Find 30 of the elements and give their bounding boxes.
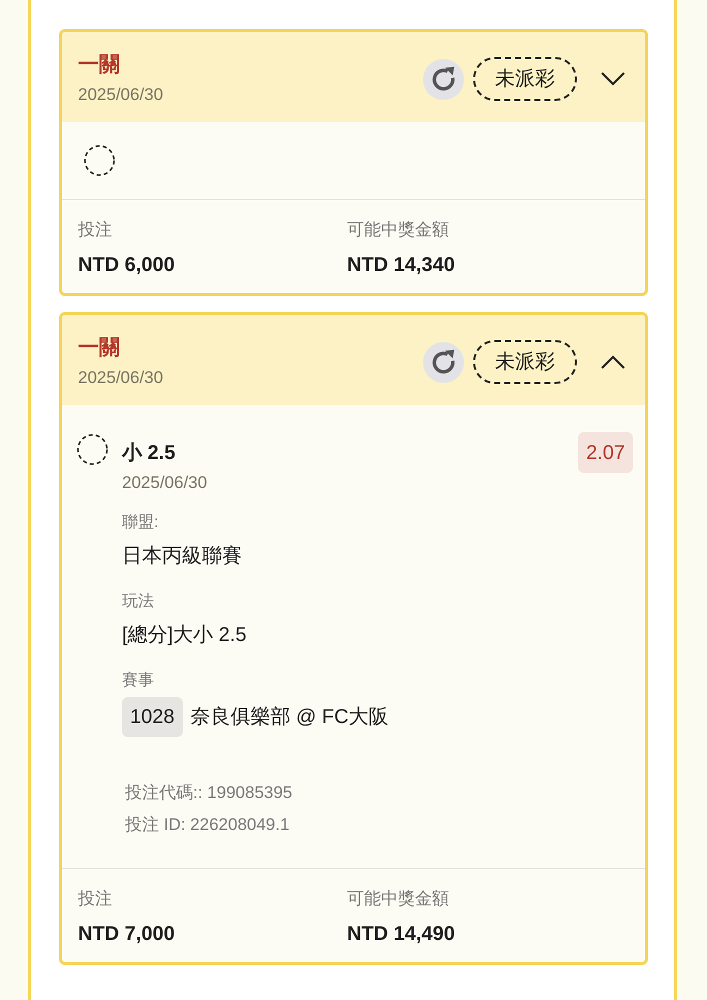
payout-amount: NTD 14,340 <box>347 253 455 278</box>
refresh-icon[interactable] <box>423 342 464 382</box>
bet-type-title: 一關 <box>78 52 121 78</box>
stake-label: 投注 <box>78 219 113 241</box>
stake-amount: NTD 6,000 <box>78 253 176 278</box>
stake-amount: NTD 7,000 <box>78 922 176 947</box>
chevron-up-icon[interactable] <box>600 354 626 370</box>
detail-value: [總分]大小 2.5 <box>122 623 248 648</box>
selection-name: 小 2.5 <box>122 440 176 466</box>
refresh-icon[interactable] <box>423 58 464 100</box>
status-badge: 未派彩 <box>473 340 577 384</box>
status-badge: 未派彩 <box>473 57 577 101</box>
payout-label: 可能中獎金額 <box>347 219 450 241</box>
odds-tag: 2.07 <box>578 432 633 473</box>
chevron-down-icon[interactable] <box>600 71 626 87</box>
match-number-tag: 1028 <box>122 697 182 737</box>
selection-date: 2025/06/30 <box>122 473 208 493</box>
bet-code-text: 投注代碼:: 199085395 <box>125 782 294 804</box>
detail-value: 奈良俱樂部 @ FC大阪 <box>190 705 389 730</box>
detail-label: 玩法 <box>122 592 155 612</box>
bet-date: 2025/06/30 <box>78 367 164 389</box>
bet-type-title: 一關 <box>78 335 121 361</box>
detail-label: 聯盟: <box>122 513 160 533</box>
bet-code-text: 投注 ID: 226208049.1 <box>125 814 290 836</box>
payout-amount: NTD 14,490 <box>347 922 455 947</box>
stake-label: 投注 <box>78 888 113 910</box>
payout-label: 可能中獎金額 <box>347 888 450 910</box>
detail-label: 賽事 <box>122 670 155 691</box>
detail-value: 日本丙級聯賽 <box>122 544 243 569</box>
bet-date: 2025/06/30 <box>78 84 164 106</box>
